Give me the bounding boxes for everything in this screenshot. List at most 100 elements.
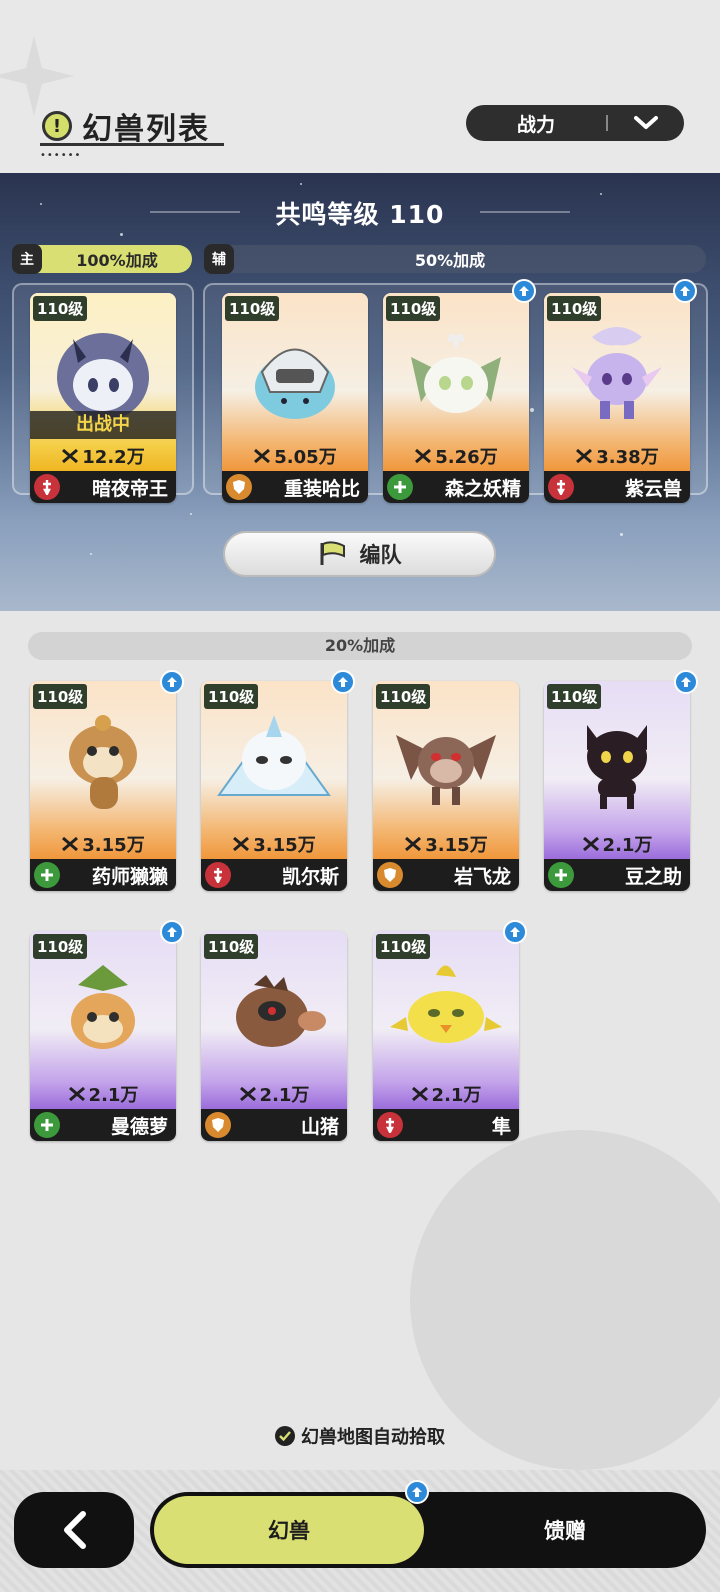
name-bar: 曼德萝: [30, 1109, 176, 1141]
main-badge: 主: [12, 244, 42, 274]
name-bar: 隼: [373, 1109, 519, 1141]
beast-card-2[interactable]: 110级 3.15万 凯尔斯: [201, 681, 347, 891]
flag-icon: [320, 541, 345, 565]
swords-icon: [68, 1086, 85, 1102]
level-badge: 110级: [547, 684, 602, 709]
beast-portrait-icon: [390, 965, 502, 1043]
upgrade-arrow-icon[interactable]: [160, 920, 184, 944]
beast-portrait-icon: [236, 975, 326, 1047]
beast-card-5[interactable]: 110级 2.1万 曼德萝: [30, 931, 176, 1141]
power-value: 3.15万: [253, 835, 316, 856]
tab-gifts[interactable]: 馈赠: [440, 1496, 690, 1564]
swords-icon: [411, 1086, 428, 1102]
support-role-icon: [34, 862, 60, 888]
sub-bonus-tag: 辅 50%加成: [204, 244, 706, 274]
upgrade-arrow-icon[interactable]: [331, 670, 355, 694]
title-underline: [40, 143, 224, 146]
power-display: 2.1万: [201, 1081, 347, 1107]
swords-icon: [239, 1086, 256, 1102]
upgrade-arrow-icon[interactable]: [503, 920, 527, 944]
in-battle-badge: 出战中: [30, 411, 176, 439]
name-bar: 岩飞龙: [373, 859, 519, 891]
power-display: 5.05万: [222, 443, 368, 469]
chevron-down-icon: [608, 115, 684, 131]
level-badge: 110级: [204, 934, 259, 959]
sort-dropdown[interactable]: 战力: [466, 105, 684, 141]
beast-portrait-icon: [587, 725, 647, 809]
beast-name: 岩飞龙: [453, 865, 511, 888]
name-bar: 森之妖精: [383, 471, 529, 503]
beast-card-6[interactable]: 110级 2.1万 山猪: [201, 931, 347, 1141]
page-header: ! 幻兽列表 •••••• 战力: [0, 0, 720, 173]
beast-card-sub-1[interactable]: 110级 5.05万 重装哈比: [222, 293, 368, 503]
beast-name: 暗夜帝王: [91, 477, 168, 500]
power-value: 5.05万: [274, 447, 337, 468]
swords-icon: [233, 836, 250, 852]
support-role-icon: [34, 1112, 60, 1138]
beast-portrait-icon: [396, 735, 496, 805]
beast-name: 森之妖精: [444, 477, 521, 500]
level-badge: 110级: [33, 934, 88, 959]
level-badge: 110级: [204, 684, 259, 709]
beast-card-1[interactable]: 110级 3.15万 药师獭獭: [30, 681, 176, 891]
upgrade-arrow-icon[interactable]: [673, 279, 697, 303]
beast-card-3[interactable]: 110级 3.15万 岩飞龙: [373, 681, 519, 891]
power-value: 2.1万: [88, 1085, 139, 1106]
checkmark-icon: [275, 1426, 295, 1446]
power-value: 12.2万: [82, 447, 145, 468]
sort-selected-label: 战力: [516, 113, 555, 136]
beast-card-sub-3[interactable]: 110级 3.38万 紫云兽: [544, 293, 690, 503]
power-display: 3.15万: [201, 831, 347, 857]
swords-icon: [254, 448, 271, 464]
upgrade-arrow-icon[interactable]: [160, 670, 184, 694]
attack-role-icon: [205, 862, 231, 888]
beast-portrait-icon: [71, 965, 135, 1049]
swords-icon: [576, 448, 593, 464]
level-badge: 110级: [376, 684, 431, 709]
power-display: 12.2万: [30, 443, 176, 469]
level-badge: 110级: [376, 934, 431, 959]
swords-icon: [62, 836, 79, 852]
beast-card-sub-2[interactable]: 110级 5.26万 森之妖精: [383, 293, 529, 503]
resonance-level-title: 共鸣等级 110: [275, 200, 445, 229]
name-bar: 暗夜帝王: [30, 471, 176, 503]
power-value: 3.38万: [596, 447, 659, 468]
beast-portrait-icon: [411, 333, 501, 413]
power-display: 3.15万: [30, 831, 176, 857]
name-bar: 山猪: [201, 1109, 347, 1141]
beast-name: 药师獭獭: [91, 865, 168, 888]
beast-card-7[interactable]: 110级 2.1万 隼: [373, 931, 519, 1141]
main-bonus-label: 100%加成: [76, 251, 158, 270]
tab-beasts[interactable]: 幻兽: [154, 1496, 424, 1564]
title-dots: ••••••: [40, 150, 82, 161]
swords-icon: [405, 836, 422, 852]
beast-card-4[interactable]: 110级 2.1万 豆之助: [544, 681, 690, 891]
power-value: 2.1万: [431, 1085, 482, 1106]
beast-name: 隼: [491, 1115, 511, 1138]
power-value: 2.1万: [602, 835, 653, 856]
beast-name: 豆之助: [624, 865, 682, 888]
info-icon[interactable]: !: [42, 111, 72, 141]
upgrade-arrow-icon[interactable]: [674, 670, 698, 694]
power-value: 2.1万: [259, 1085, 310, 1106]
auto-pickup-label: 幻兽地图自动拾取: [301, 1427, 445, 1448]
back-button[interactable]: [14, 1492, 134, 1568]
main-bonus-tag: 主 100%加成: [12, 244, 192, 274]
beast-card-main[interactable]: 出战中 110级 12.2万 暗夜帝王: [30, 293, 176, 503]
power-display: 3.15万: [373, 831, 519, 857]
sub-badge: 辅: [204, 244, 234, 274]
level-badge: 110级: [225, 296, 280, 321]
name-bar: 药师獭獭: [30, 859, 176, 891]
formation-button[interactable]: 编队: [223, 531, 496, 577]
auto-pickup-toggle[interactable]: 幻兽地图自动拾取: [0, 1423, 720, 1449]
formation-label: 编队: [359, 543, 402, 567]
level-badge: 110级: [33, 296, 88, 321]
beast-portrait-icon: [255, 348, 335, 419]
power-display: 2.1万: [544, 831, 690, 857]
beast-name: 山猪: [300, 1115, 339, 1138]
defense-role-icon: [226, 474, 252, 500]
resonance-panel: 共鸣等级 110 主 100%加成 辅 50%加成 出战中 110级 12.2万…: [0, 173, 720, 611]
beast-name: 紫云兽: [624, 477, 682, 500]
upgrade-arrow-icon[interactable]: [512, 279, 536, 303]
page-title-group: ! 幻兽列表: [42, 104, 210, 148]
